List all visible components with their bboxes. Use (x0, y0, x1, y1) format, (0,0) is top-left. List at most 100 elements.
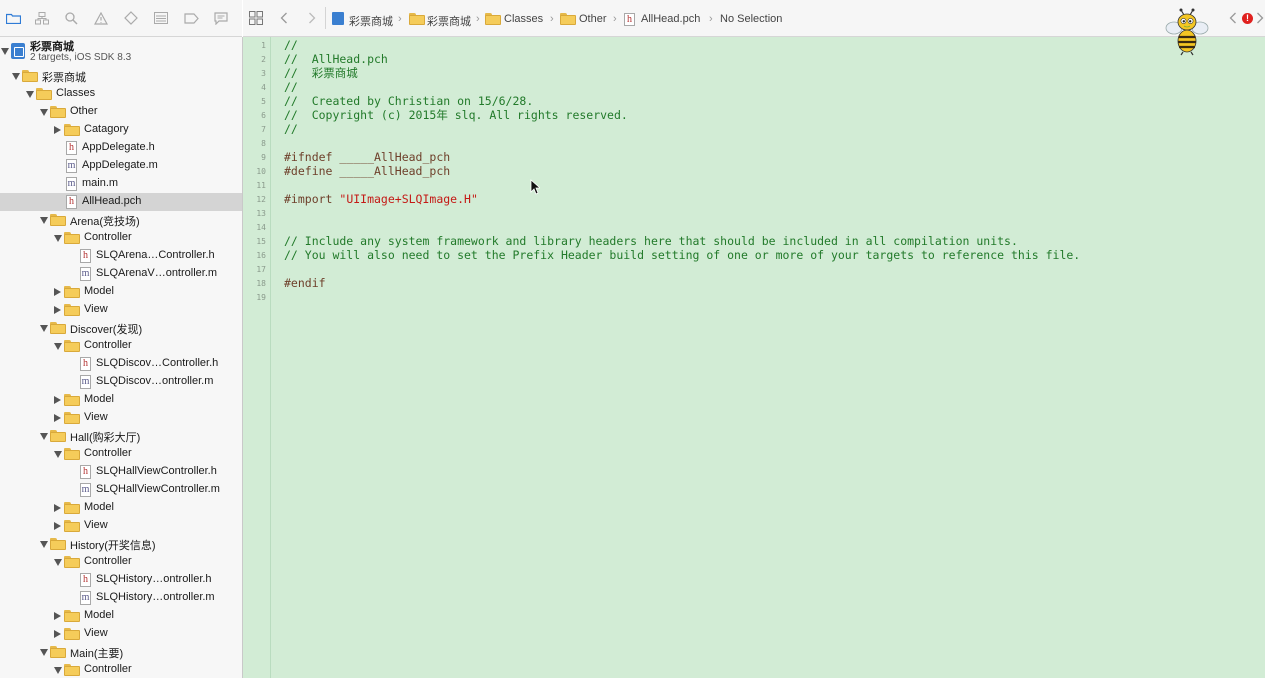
folder-icon[interactable] (5, 11, 21, 25)
tree-file-row[interactable]: h SLQHallViewController.h (0, 463, 242, 481)
disclosure-triangle-icon[interactable] (40, 109, 48, 116)
tree-file-row[interactable]: m SLQArenaV…ontroller.m (0, 265, 242, 283)
tree-file-row[interactable]: h SLQDiscov…Controller.h (0, 355, 242, 373)
tree-folder-row[interactable]: Controller (0, 445, 242, 463)
disclosure-triangle-icon[interactable] (54, 630, 61, 638)
code-line[interactable]: // You will also need to set the Prefix … (284, 248, 1080, 262)
tree-folder-row[interactable]: Model (0, 391, 242, 409)
disclosure-triangle-icon[interactable] (54, 414, 61, 422)
tree-file-row[interactable]: m AppDelegate.m (0, 157, 242, 175)
disclosure-triangle-icon[interactable] (54, 396, 61, 404)
breadcrumb-other[interactable]: Other (579, 13, 607, 25)
disclosure-triangle-icon[interactable] (54, 612, 61, 620)
tree-folder-row[interactable]: View (0, 517, 242, 535)
forward-arrow-icon[interactable] (304, 11, 320, 25)
tree-folder-row[interactable]: Model (0, 607, 242, 625)
code-line[interactable]: // (284, 80, 298, 94)
disclosure-triangle-icon[interactable] (1, 48, 9, 55)
tree-item-label: SLQHallViewController.h (96, 465, 217, 477)
folder-icon (22, 70, 38, 82)
tree-file-row[interactable]: m SLQHallViewController.m (0, 481, 242, 499)
tree-folder-row[interactable]: View (0, 409, 242, 427)
tree-folder-row[interactable]: Controller (0, 337, 242, 355)
tree-folder-row[interactable]: Catagory (0, 121, 242, 139)
disclosure-triangle-icon[interactable] (40, 649, 48, 656)
source-editor[interactable]: 1 2 3 4 5 6 7 8 9 10 11 12 13 14 15 16 17 18 19 //// AllHe… (243, 37, 1265, 678)
code-line[interactable]: // 彩票商城 (284, 66, 358, 80)
code-line[interactable]: // (284, 38, 298, 52)
tree-folder-row[interactable]: Hall(购彩大厅) (0, 427, 242, 445)
grid-icon[interactable] (248, 11, 264, 25)
back-arrow-icon[interactable] (276, 11, 292, 25)
comment-icon[interactable] (213, 11, 229, 25)
breadcrumb-classes[interactable]: Classes (504, 13, 543, 25)
disclosure-triangle-icon[interactable] (40, 217, 48, 224)
disclosure-triangle-icon[interactable] (40, 541, 48, 548)
disclosure-triangle-icon[interactable] (12, 73, 20, 80)
tree-folder-row[interactable]: Model (0, 499, 242, 517)
tree-folder-row[interactable]: Model (0, 283, 242, 301)
tree-item-label: Arena(竞技场) (70, 216, 140, 228)
disclosure-triangle-icon[interactable] (54, 522, 61, 530)
disclosure-triangle-icon[interactable] (26, 91, 34, 98)
tree-folder-row[interactable]: Discover(发现) (0, 319, 242, 337)
tree-item-label: Controller (84, 555, 132, 567)
code-line[interactable]: // AllHead.pch (284, 52, 388, 66)
code-line[interactable]: #import "UIImage+SLQImage.H" (284, 192, 478, 206)
project-root-row[interactable]: 彩票商城 2 targets, iOS SDK 8.3 (0, 37, 242, 67)
disclosure-triangle-icon[interactable] (54, 451, 62, 458)
line-number: 10 (256, 167, 266, 176)
breadcrumb-group[interactable]: 彩票商城 (427, 13, 471, 29)
issue-forward-arrow-icon[interactable] (1252, 11, 1265, 25)
code-line[interactable]: // (284, 122, 298, 136)
tree-folder-row[interactable]: View (0, 625, 242, 643)
tree-folder-row[interactable]: 彩票商城 (0, 67, 242, 85)
tree-folder-row[interactable]: Controller (0, 229, 242, 247)
disclosure-triangle-icon[interactable] (54, 288, 61, 296)
code-line[interactable]: #define _____AllHead_pch (284, 164, 450, 178)
tree-folder-row[interactable]: Classes (0, 85, 242, 103)
disclosure-triangle-icon[interactable] (54, 126, 61, 134)
breadcrumb-selection[interactable]: No Selection (720, 13, 782, 25)
issue-back-arrow-icon[interactable] (1225, 11, 1241, 25)
tree-file-row[interactable]: h AppDelegate.h (0, 139, 242, 157)
breadcrumb-file[interactable]: AllHead.pch (641, 13, 700, 25)
code-line[interactable]: // Include any system framework and libr… (284, 234, 1018, 248)
tree-folder-row[interactable]: Main(主要) (0, 643, 242, 661)
hierarchy-icon[interactable] (34, 11, 50, 25)
disclosure-triangle-icon[interactable] (54, 559, 62, 566)
diamond-icon[interactable] (123, 11, 139, 25)
tree-folder-row[interactable]: Other (0, 103, 242, 121)
breadcrumb-project[interactable]: 彩票商城 (349, 13, 393, 29)
tree-file-row[interactable]: m SLQDiscov…ontroller.m (0, 373, 242, 391)
tree-item-label: SLQHistory…ontroller.h (96, 573, 212, 585)
warning-icon[interactable] (93, 11, 109, 25)
search-icon[interactable] (63, 11, 79, 25)
tree-file-row[interactable]: m main.m (0, 175, 242, 193)
tree-folder-row[interactable]: View (0, 301, 242, 319)
disclosure-triangle-icon[interactable] (54, 504, 61, 512)
disclosure-triangle-icon[interactable] (54, 235, 62, 242)
disclosure-triangle-icon[interactable] (54, 667, 62, 674)
code-line[interactable]: #ifndef _____AllHead_pch (284, 150, 450, 164)
code-line[interactable]: // Created by Christian on 15/6/28. (284, 94, 533, 108)
disclosure-triangle-icon[interactable] (40, 433, 48, 440)
tree-file-row[interactable]: h SLQArena…Controller.h (0, 247, 242, 265)
disclosure-triangle-icon[interactable] (40, 325, 48, 332)
code-line[interactable]: // Copyright (c) 2015年 slq. All rights r… (284, 108, 628, 122)
disclosure-triangle-icon[interactable] (54, 306, 61, 314)
tree-file-row[interactable]: h AllHead.pch (0, 193, 242, 211)
folder-icon (64, 610, 80, 622)
tree-folder-row[interactable]: History(开奖信息) (0, 535, 242, 553)
tree-folder-row[interactable]: Controller (0, 661, 242, 678)
project-icon (332, 12, 344, 25)
tag-icon[interactable] (183, 11, 199, 25)
code-line[interactable]: #endif (284, 276, 326, 290)
tree-item-label: SLQArenaV…ontroller.m (96, 267, 218, 279)
disclosure-triangle-icon[interactable] (54, 343, 62, 350)
tree-file-row[interactable]: h SLQHistory…ontroller.h (0, 571, 242, 589)
list-icon[interactable] (153, 11, 169, 25)
tree-folder-row[interactable]: Controller (0, 553, 242, 571)
tree-file-row[interactable]: m SLQHistory…ontroller.m (0, 589, 242, 607)
tree-folder-row[interactable]: Arena(竞技场) (0, 211, 242, 229)
